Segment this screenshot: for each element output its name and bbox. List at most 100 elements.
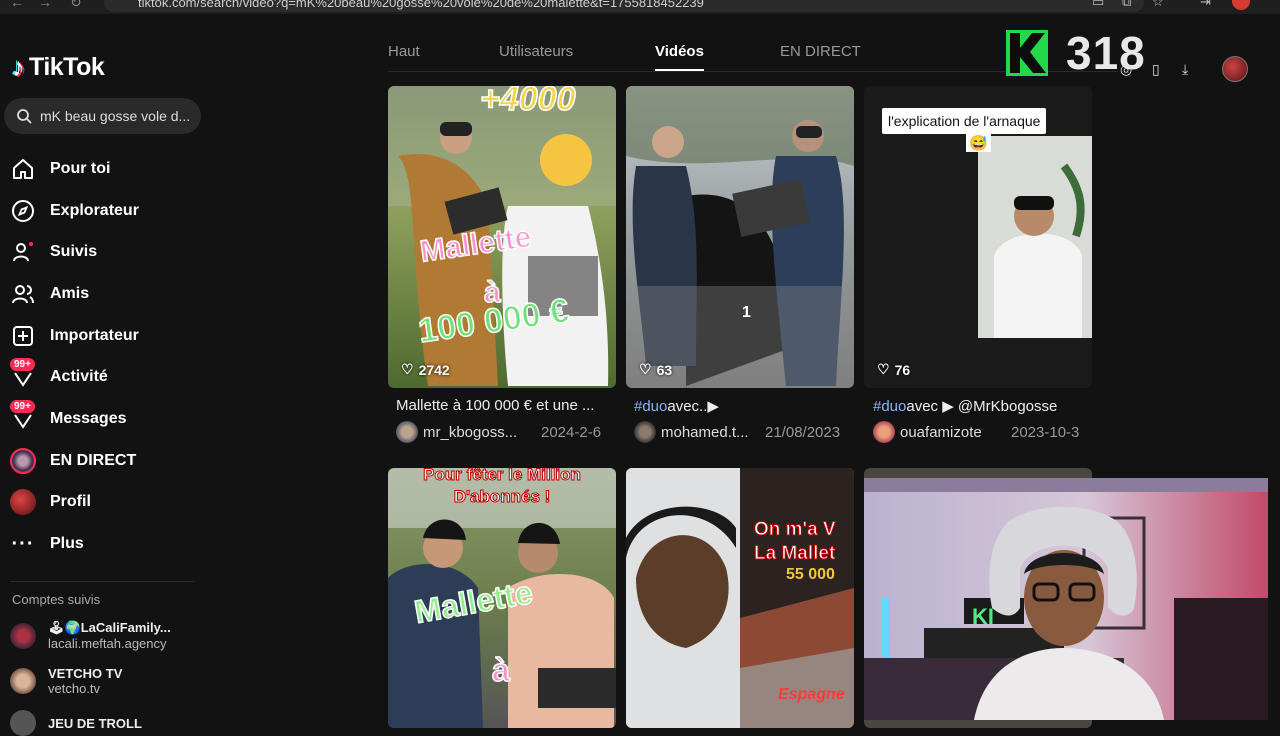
author-name[interactable]: mohamed.t... — [661, 424, 749, 441]
author-avatar — [873, 421, 895, 443]
browser-toolbar: ← → ↻ tiktok.com/search/video?q=mK%20bea… — [0, 0, 1280, 14]
compass-icon — [10, 198, 36, 224]
svg-text:KI: KI — [972, 604, 994, 629]
app-name: TikTok — [29, 53, 105, 81]
video-card[interactable]: l'explication de l'arnaque 😅 ♡ 76 — [864, 86, 1092, 388]
heart-icon: ♡ — [877, 361, 890, 377]
caption-text: avec ▶ @MrKbogosse — [906, 398, 1058, 415]
caption-text: avec..▶ — [667, 398, 719, 415]
nav-label: EN DIRECT — [50, 451, 137, 469]
more-icon: ··· — [11, 532, 35, 555]
nav-item-messages[interactable]: 99+ Messages — [0, 398, 139, 440]
nav-item-pour-toi[interactable]: Pour toi — [0, 148, 139, 190]
search-input[interactable]: mK beau gosse vole d... — [4, 98, 201, 134]
video-caption[interactable]: #duoavec..▶ — [634, 397, 719, 415]
overlay-text: Espagne — [778, 686, 845, 703]
video-card[interactable]: 1 ♡ 63 — [626, 86, 854, 388]
translate-icon[interactable]: ⧉ — [1122, 0, 1131, 10]
nav-item-plus[interactable]: ··· Plus — [0, 523, 139, 565]
live-icon — [10, 447, 36, 474]
overlay-emoji: 😅 — [966, 134, 991, 152]
tab-haut[interactable]: Haut — [388, 43, 420, 60]
video-card[interactable]: +4000 Mallette à 100 000 € ♡ 2742 — [388, 86, 616, 388]
video-caption[interactable]: #duoavec ▶ @MrKbogosse — [873, 397, 1057, 415]
like-count: ♡ 63 — [639, 361, 672, 378]
tab-en-direct[interactable]: EN DIRECT — [780, 43, 861, 60]
author-name[interactable]: mr_kbogoss... — [423, 424, 517, 441]
video-thumbnail — [626, 86, 854, 388]
video-meta: mr_kbogoss... 2024-2-6 — [396, 421, 611, 443]
address-bar[interactable]: tiktok.com/search/video?q=mK%20beau%20go… — [104, 0, 1144, 12]
tab-utilisateurs[interactable]: Utilisateurs — [499, 43, 573, 60]
video-meta: ouafamizote 2023-10-3 — [873, 421, 1088, 443]
nav-item-importateur[interactable]: Importateur — [0, 315, 139, 357]
cast-icon[interactable]: ▭ — [1092, 0, 1104, 10]
nav-label: Pour toi — [50, 159, 111, 177]
followed-account[interactable]: 🕹🌍LaCaliFamily... lacali.meftah.agency — [10, 620, 171, 651]
nav-item-suivis[interactable]: Suivis — [0, 231, 139, 273]
home-icon — [10, 156, 36, 182]
avatar — [10, 622, 36, 649]
back-icon[interactable]: ← — [10, 0, 24, 10]
account-name: JEU DE TROLL — [48, 715, 142, 731]
nav-item-en-direct[interactable]: EN DIRECT — [0, 440, 139, 482]
nav-item-profil[interactable]: Profil — [0, 482, 139, 524]
notification-badge: 99+ — [10, 358, 35, 372]
profile-icon[interactable] — [1232, 0, 1250, 10]
download-icon[interactable]: ⤓ — [1182, 61, 1188, 78]
nav-label: Profil — [50, 493, 91, 511]
stream-counter: 318 — [1066, 27, 1146, 79]
reload-icon[interactable]: ↻ — [70, 0, 82, 11]
video-date: 21/08/2023 — [765, 423, 841, 441]
bookmark-star-icon[interactable]: ☆ — [1152, 0, 1164, 10]
like-count: ♡ 2742 — [401, 361, 450, 378]
inbox-icon: 99+ — [10, 358, 36, 390]
nav-item-explorateur[interactable]: Explorateur — [0, 190, 139, 232]
overlay-title: l'explication de l'arnaque — [882, 108, 1047, 134]
like-value: 63 — [656, 361, 673, 378]
address-url: tiktok.com/search/video?q=mK%20beau%20go… — [138, 0, 704, 10]
followed-account[interactable]: VETCHO TV vetcho.tv — [10, 666, 122, 696]
nav-label: Messages — [50, 409, 127, 427]
profile-avatar — [10, 489, 36, 516]
hashtag[interactable]: #duo — [634, 398, 667, 415]
webcam-overlay: KI — [864, 478, 1268, 720]
avatar — [10, 710, 36, 736]
video-card[interactable]: Pour fêter le Million D'abonnés ! Mallet… — [388, 468, 616, 728]
tiktok-logo[interactable]: ♪ TikTok — [12, 52, 105, 83]
friends-icon — [10, 281, 36, 307]
tiktok-note-icon: ♪ — [12, 52, 25, 82]
hashtag[interactable]: #duo — [873, 398, 906, 415]
following-icon — [10, 239, 36, 265]
like-value: 76 — [894, 361, 911, 378]
nav-label: Activité — [50, 368, 108, 386]
overlay-line: La Mallet — [754, 543, 836, 565]
nav-label: Plus — [50, 535, 84, 553]
user-avatar[interactable] — [1222, 56, 1248, 82]
device-icon[interactable]: ▯ — [1152, 61, 1160, 78]
coin-icon[interactable]: ◎ — [1120, 61, 1132, 78]
like-count: ♡ 76 — [877, 361, 910, 378]
nav-item-amis[interactable]: Amis — [0, 273, 139, 315]
main-nav: Pour toi Explorateur Suivis Amis Importa… — [0, 148, 139, 565]
account-handle: lacali.meftah.agency — [48, 636, 167, 651]
overlay-number: 1 — [742, 304, 751, 321]
followed-account[interactable]: JEU DE TROLL — [10, 710, 142, 736]
nav-item-activite[interactable]: 99+ Activité — [0, 356, 139, 398]
extension-icon[interactable]: ⇥ — [1200, 0, 1211, 10]
search-icon — [17, 109, 32, 124]
video-card[interactable]: On m'a V La Mallet 55 000 Espagne — [626, 468, 854, 728]
messages-icon: 99+ — [10, 399, 36, 432]
forward-icon[interactable]: → — [38, 0, 52, 10]
tab-videos[interactable]: Vidéos — [655, 43, 704, 71]
video-caption[interactable]: Mallette à 100 000 € et une ... — [396, 397, 594, 414]
author-name[interactable]: ouafamizote — [900, 424, 982, 441]
overlay-text: 55 000 — [786, 566, 835, 583]
sidebar: ♪ TikTok mK beau gosse vole d... Pour to… — [0, 14, 210, 736]
sidebar-divider — [10, 581, 195, 582]
overlay-line: Pour fêter le Million — [423, 468, 582, 485]
overlay-line: On m'a V — [754, 519, 837, 541]
stream-k-logo — [1006, 30, 1048, 76]
like-value: 2742 — [418, 361, 450, 378]
heart-icon: ♡ — [401, 361, 414, 377]
